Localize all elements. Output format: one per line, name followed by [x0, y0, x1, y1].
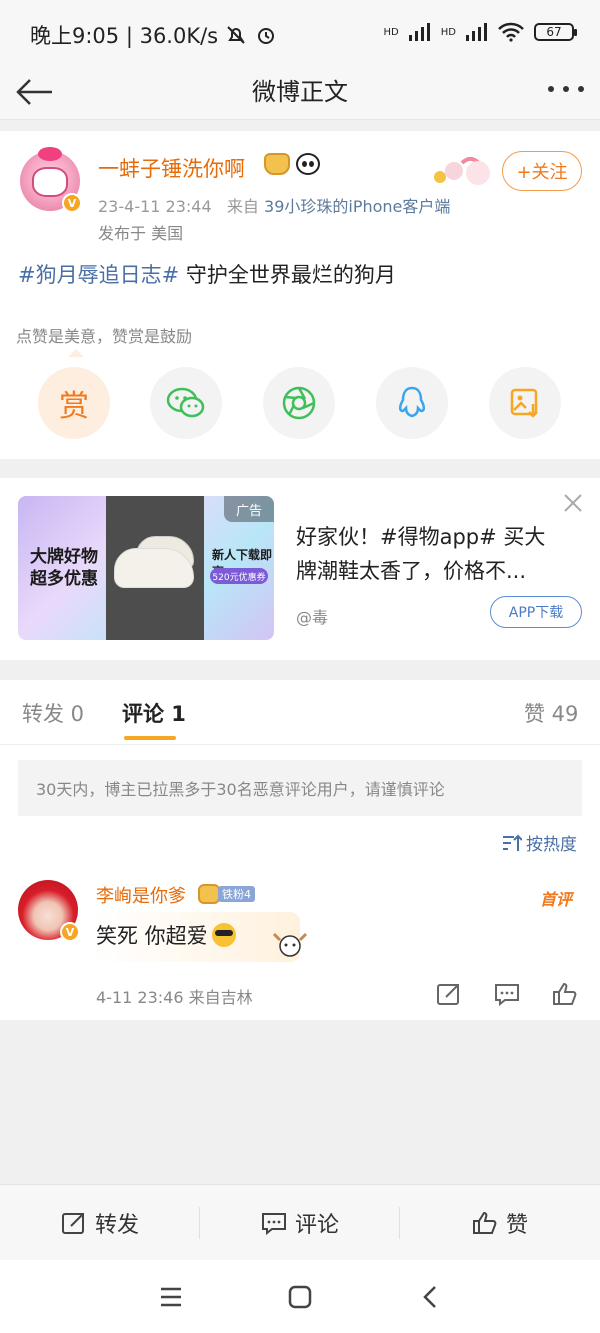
comment-button[interactable]: 评论: [200, 1185, 400, 1261]
comment-label: 评论: [294, 1213, 339, 1238]
ad-image-line-1: 大牌好物: [30, 547, 98, 567]
tab-repost[interactable]: 转发 0: [22, 698, 84, 728]
sunglasses-emoji-icon: [211, 923, 236, 947]
post-topic-link[interactable]: #狗月辱追日志#: [18, 263, 179, 287]
bubble-character-icon: [272, 932, 308, 957]
share-wechat-button[interactable]: [150, 367, 222, 439]
post-text: #狗月辱追日志# 守护全世界最烂的狗月: [18, 259, 396, 289]
like-comment-icon[interactable]: [552, 982, 578, 1006]
save-image-icon: [510, 388, 538, 418]
sort-button[interactable]: 按热度: [502, 830, 577, 855]
title-bar: 微博正文: [0, 64, 600, 120]
ad-image-line-2: 超多优惠: [30, 569, 98, 589]
panda-icon: [296, 153, 320, 175]
mute-icon: [227, 26, 245, 44]
back-arrow-icon[interactable]: [14, 72, 54, 112]
signal-hd-label-2: HD: [440, 26, 456, 38]
sort-icon: [503, 834, 522, 851]
author-avatar[interactable]: V: [20, 147, 82, 213]
back-nav-icon[interactable]: [416, 1282, 446, 1312]
bottom-action-bar: 转发 评论 赞: [0, 1184, 600, 1260]
commenter-avatar[interactable]: V: [18, 880, 80, 942]
first-comment-tag: 首评: [540, 890, 573, 909]
post-date: 23-4-11 23:44: [98, 197, 212, 216]
sort-label: 按热度: [526, 835, 577, 855]
repost-label: 转发: [94, 1213, 139, 1238]
fan-badge-label: 铁粉4: [218, 886, 255, 902]
ad-card[interactable]: 大牌好物 超多优惠 新人下载即享 520元优惠券 广告 好家伙！#得物app# …: [0, 478, 600, 660]
author-name[interactable]: 一蚌子锤洗你啊: [98, 153, 245, 183]
share-moments-button[interactable]: [263, 367, 335, 439]
tab-comments[interactable]: 评论 1: [122, 698, 186, 728]
ad-image[interactable]: 大牌好物 超多优惠 新人下载即享 520元优惠券 广告: [18, 496, 274, 640]
comment-body: 笑死 你超爱: [96, 924, 208, 948]
battery-icon: 67: [534, 23, 577, 41]
status-right: HD HD 67: [383, 22, 577, 42]
fan-badge: 铁粉4: [198, 884, 255, 904]
post-meta: 23-4-11 23:44 来自 39小珍珠的iPhone客户端: [98, 193, 450, 217]
home-icon[interactable]: [285, 1282, 315, 1312]
ad-download-button[interactable]: APP下载: [490, 596, 582, 628]
post-source-prefix: 来自: [226, 197, 259, 216]
post-body: 守护全世界最烂的狗月: [179, 263, 396, 287]
tab-likes[interactable]: 赞 49: [524, 698, 578, 728]
share-comment-icon[interactable]: [436, 982, 462, 1006]
signal-icon-1: [408, 23, 430, 41]
status-bar: 晚上9:05 | 36.0K/s HD HD 67: [0, 0, 600, 64]
vip-crown-icon: [264, 153, 290, 175]
qq-penguin-icon: [398, 386, 426, 418]
verified-v-icon: V: [62, 193, 82, 213]
reward-hint: 点赞是美意，赞赏是鼓励: [16, 327, 193, 346]
ad-coupon-badge: 520元优惠券: [210, 568, 268, 584]
comment-icon: [261, 1213, 286, 1235]
rabbit-decoration-icon: [434, 156, 490, 185]
ad-shoe-photo: [106, 496, 204, 640]
post-source[interactable]: 39小珍珠的iPhone客户端: [264, 197, 450, 216]
post-card: V 一蚌子锤洗你啊 23-4-11 23:44 来自 39小珍珠的iPhone客…: [0, 131, 600, 459]
share-qq-button[interactable]: [376, 367, 448, 439]
system-nav-bar: [0, 1260, 600, 1333]
like-label: 赞: [505, 1213, 528, 1238]
reply-comment-icon[interactable]: [494, 982, 520, 1006]
comment-notice: 30天内，博主已拉黑多于30名恶意评论用户，请谨慎评论: [18, 760, 582, 816]
reward-hint-caret: [68, 349, 84, 357]
moments-aperture-icon: [282, 386, 316, 420]
post-location: 发布于 美国: [98, 224, 184, 243]
save-image-button[interactable]: [489, 367, 561, 439]
commenter-name[interactable]: 李峋是你爹: [96, 882, 186, 908]
comments-section: 转发 0 评论 1 赞 49 30天内，博主已拉黑多于30名恶意评论用户，请谨慎…: [0, 680, 600, 1020]
share-row: 赏: [0, 367, 600, 439]
battery-level: 67: [546, 25, 562, 39]
ad-tag: 广告: [224, 496, 274, 522]
reward-button[interactable]: 赏: [38, 367, 110, 439]
ad-source: @毒: [296, 608, 329, 627]
active-tab-indicator: [124, 736, 176, 740]
repost-icon: [61, 1213, 84, 1234]
verified-v-icon: V: [60, 922, 80, 942]
page-title: 微博正文: [252, 78, 348, 106]
thumbs-up-icon: [472, 1211, 497, 1234]
signal-icon-2: [466, 23, 487, 41]
close-icon[interactable]: [562, 492, 584, 514]
divider: [0, 744, 600, 745]
ad-image-left-text: 大牌好物 超多优惠: [30, 546, 98, 590]
alarm-icon: [258, 28, 275, 44]
comment-text: 笑死 你超爱: [96, 920, 236, 950]
follow-button[interactable]: +关注: [502, 151, 582, 191]
ad-text[interactable]: 好家伙！#得物app# 买大牌潮鞋太香了，价格不...: [296, 520, 562, 588]
fan-crown-icon: [198, 884, 220, 904]
repost-button[interactable]: 转发: [0, 1185, 200, 1261]
comment-meta: 4-11 23:46 来自吉林: [96, 988, 253, 1007]
like-button[interactable]: 赞: [400, 1185, 600, 1261]
more-options-icon[interactable]: [548, 84, 584, 94]
signal-hd-label-1: HD: [383, 26, 399, 38]
wifi-icon: [498, 22, 524, 42]
wechat-icon: [166, 387, 205, 418]
reward-label: 赏: [59, 389, 89, 424]
status-time-speed: 晚上9:05 | 36.0K/s: [30, 24, 219, 48]
status-left: 晚上9:05 | 36.0K/s: [30, 20, 278, 50]
menu-icon[interactable]: [156, 1282, 186, 1312]
